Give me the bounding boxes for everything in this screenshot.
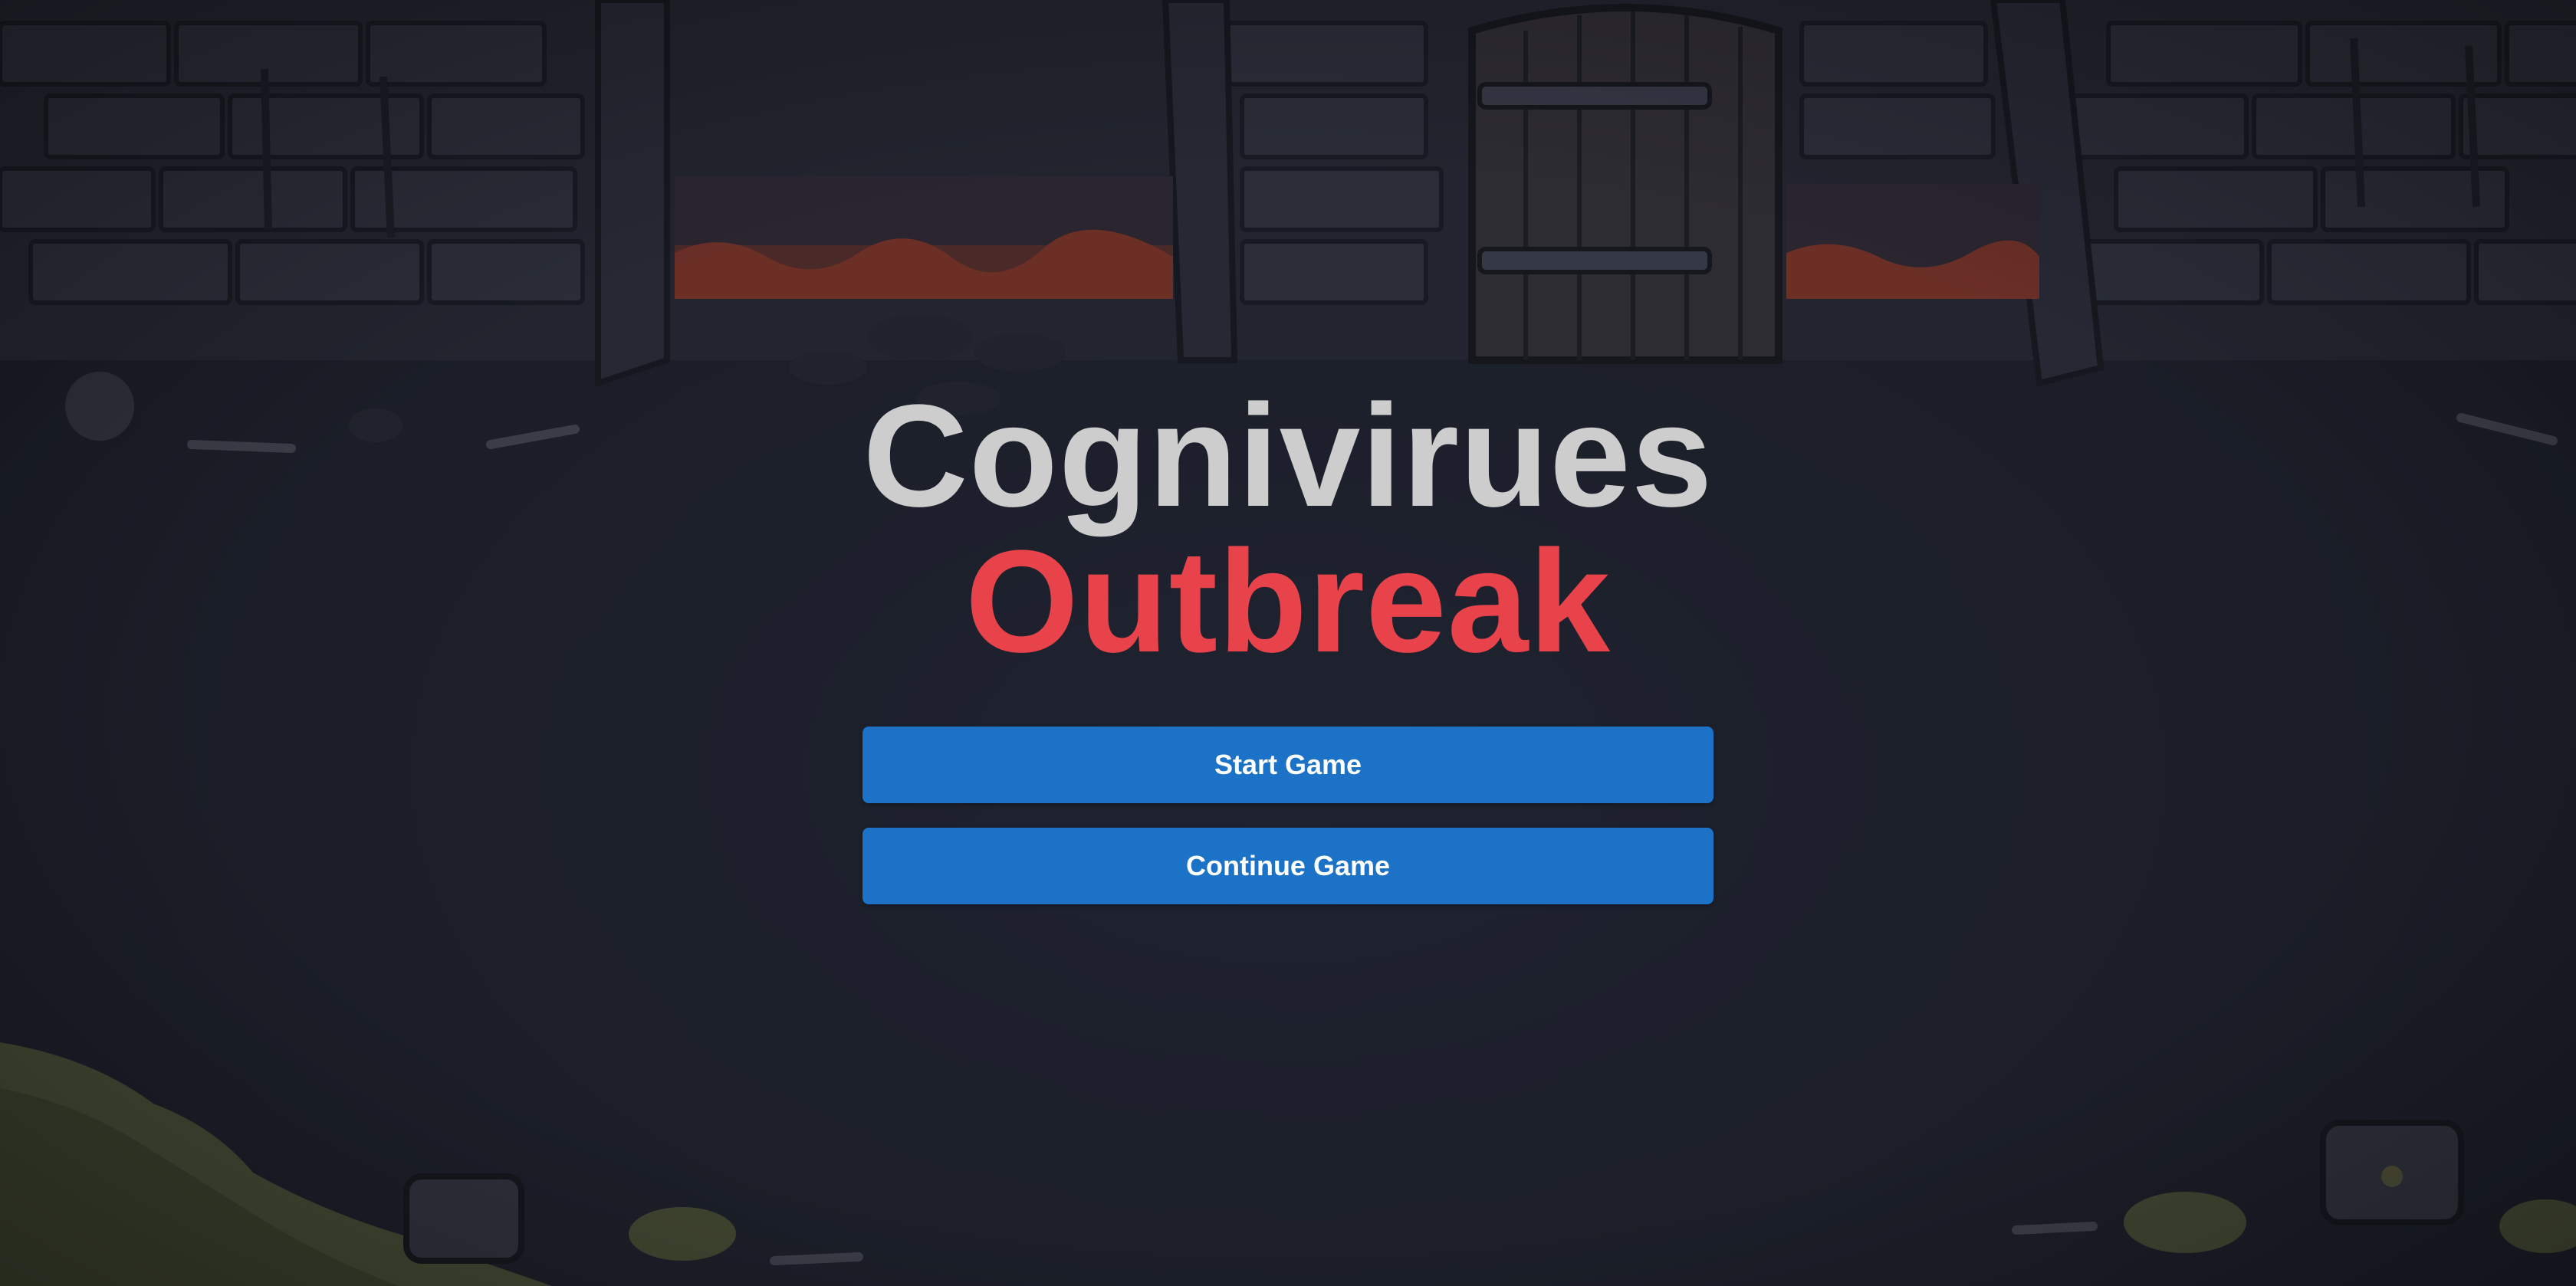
continue-game-button[interactable]: Continue Game xyxy=(863,828,1714,904)
title-subtitle: Outbreak xyxy=(964,520,1612,683)
title-screen: Cognivirues Outbreak Start Game Continue… xyxy=(0,0,2576,1286)
start-game-button[interactable]: Start Game xyxy=(863,727,1714,803)
title-main: Cognivirues xyxy=(863,375,1714,537)
game-title: Cognivirues Outbreak xyxy=(0,383,2576,674)
